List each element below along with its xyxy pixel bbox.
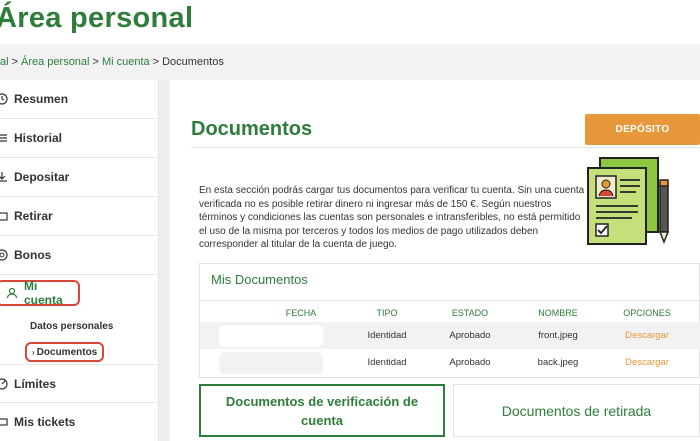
breadcrumb-separator: > (11, 56, 18, 68)
column-header-fecha: FECHA (285, 308, 317, 318)
sidebar-item-mis-tickets[interactable]: Mis tickets (0, 403, 159, 441)
withdraw-icon (0, 210, 8, 222)
user-icon (6, 287, 18, 299)
table-row: Identidad Aprobado front.jpeg Descargar (200, 322, 700, 349)
documents-panel-title: Mis Documentos (211, 272, 308, 287)
clock-icon (0, 93, 8, 105)
breadcrumb-item-1[interactable]: Área personal (21, 56, 90, 68)
type-cell: Identidad (367, 357, 407, 368)
documents-panel: Mis Documentos FECHA TIPO ESTADO NOMBRE … (199, 263, 700, 378)
breadcrumb-item-0[interactable]: al (0, 56, 9, 68)
status-cell: Aprobado (449, 357, 491, 368)
breadcrumb-item-2[interactable]: Mi cuenta (102, 56, 150, 68)
column-header-tipo: TIPO (376, 308, 398, 318)
sidebar-item-label: Retirar (14, 209, 53, 223)
download-link[interactable]: Descargar (614, 330, 680, 341)
tab-verification-documents[interactable]: Documentos de verificación de cuenta (199, 384, 445, 437)
column-header-estado: ESTADO (451, 308, 489, 318)
divider (200, 300, 700, 301)
download-link[interactable]: Descargar (614, 357, 680, 368)
sidebar-item-bonos[interactable]: Bonos (0, 236, 159, 275)
sidebar-item-label: Resumen (14, 92, 69, 106)
sidebar-subitem-datos-personales[interactable]: Datos personales (30, 321, 113, 332)
column-header-nombre: NOMBRE (538, 308, 578, 318)
sidebar-item-resumen[interactable]: Resumen (0, 80, 159, 119)
date-cell (219, 352, 323, 374)
breadcrumb-separator: > (92, 56, 99, 68)
divider (191, 147, 700, 148)
sidebar-item-label: Mi cuenta (24, 279, 63, 307)
sidebar-item-label: Depositar (14, 170, 70, 184)
limit-icon (0, 377, 8, 390)
sidebar-item-label: Bonos (14, 248, 52, 262)
deposit-icon (0, 171, 8, 183)
breadcrumb: al > Área personal > Mi cuenta > Documen… (0, 44, 700, 80)
type-cell: Identidad (367, 330, 407, 341)
coin-icon (0, 249, 8, 261)
chevron-right-icon: › (32, 347, 35, 357)
page-title: Área personal (0, 2, 194, 34)
sidebar: Resumen Historial Depositar Retirar Bono… (0, 80, 159, 441)
sidebar-item-mi-cuenta[interactable]: Mi cuenta (0, 279, 80, 307)
deposit-button[interactable]: DEPÓSITO (585, 114, 700, 145)
sidebar-item-retirar[interactable]: Retirar (0, 197, 159, 236)
main-content: Documentos DEPÓSITO En esta sección podr… (170, 80, 700, 441)
list-icon (0, 132, 8, 144)
ticket-icon (0, 416, 8, 428)
sidebar-item-label: Historial (14, 131, 63, 145)
sidebar-item-label: Límites (14, 376, 57, 391)
intro-text: En esta sección podrás cargar tus docume… (199, 185, 585, 250)
column-header-opciones: OPCIONES (623, 308, 671, 318)
filename-cell: front.jpeg (538, 330, 578, 341)
filename-cell: back.jpeg (537, 357, 579, 368)
date-cell (219, 325, 323, 347)
section-title: Documentos (191, 118, 313, 140)
breadcrumb-separator: > (152, 56, 160, 68)
page-body: Resumen Historial Depositar Retirar Bono… (0, 80, 700, 441)
sidebar-subitem-label: Documentos (36, 346, 98, 358)
documents-illustration-icon (580, 154, 680, 254)
table-row: Identidad Aprobado back.jpeg Descargar (200, 349, 700, 376)
breadcrumb-current: Documentos (162, 56, 224, 68)
sidebar-subitem-documentos[interactable]: › Documentos (25, 342, 104, 362)
tab-withdrawal-documents[interactable]: Documentos de retirada (453, 384, 700, 437)
sidebar-item-historial[interactable]: Historial (0, 119, 159, 158)
sidebar-item-label: Mis tickets (14, 415, 76, 429)
status-cell: Aprobado (449, 330, 491, 341)
sidebar-item-depositar[interactable]: Depositar (0, 158, 159, 197)
sidebar-item-limites[interactable]: Límites (0, 364, 159, 403)
